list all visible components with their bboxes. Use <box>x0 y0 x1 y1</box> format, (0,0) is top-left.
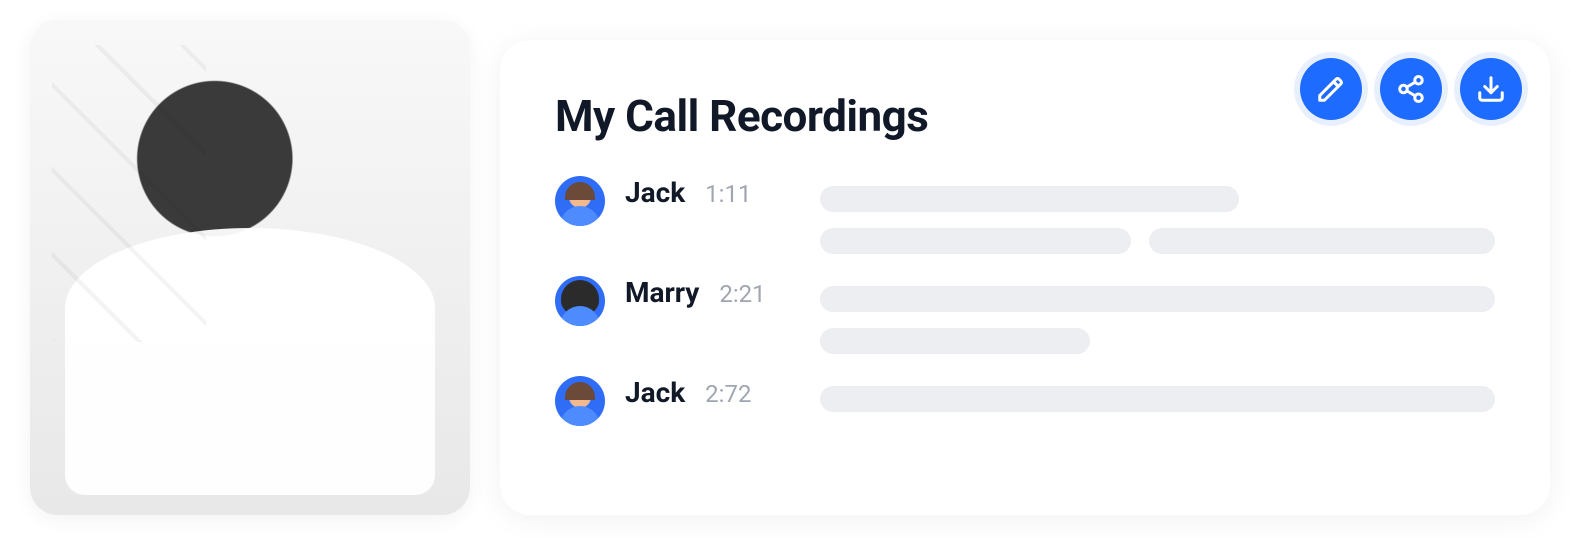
share-button[interactable] <box>1380 58 1442 120</box>
recording-time: 1:11 <box>705 180 751 208</box>
app-container: My Call Recordings Jack 1:11 Marry 2:21 <box>0 0 1570 537</box>
recording-time: 2:72 <box>705 380 751 408</box>
download-button[interactable] <box>1460 58 1522 120</box>
recording-time: 2:21 <box>719 280 765 308</box>
recording-row[interactable]: Jack 1:11 <box>555 176 1495 254</box>
avatar <box>555 176 605 226</box>
photo-placeholder <box>30 20 470 515</box>
recording-name: Jack <box>625 376 685 409</box>
recordings-panel: My Call Recordings Jack 1:11 Marry 2:21 <box>500 40 1550 515</box>
recording-row[interactable]: Marry 2:21 <box>555 276 1495 354</box>
action-row <box>1300 58 1522 120</box>
recording-header: Jack 2:72 <box>625 376 800 409</box>
transcript-placeholder <box>820 176 1495 254</box>
transcript-placeholder <box>820 376 1495 412</box>
transcript-placeholder <box>820 276 1495 354</box>
recording-row[interactable]: Jack 2:72 <box>555 376 1495 426</box>
recording-name: Marry <box>625 276 699 309</box>
download-icon <box>1476 74 1506 104</box>
avatar <box>555 376 605 426</box>
share-icon <box>1396 74 1426 104</box>
avatar <box>555 276 605 326</box>
recording-header: Marry 2:21 <box>625 276 800 309</box>
edit-button[interactable] <box>1300 58 1362 120</box>
recording-header: Jack 1:11 <box>625 176 800 209</box>
contact-photo <box>30 20 470 515</box>
recording-name: Jack <box>625 176 685 209</box>
pencil-icon <box>1316 74 1346 104</box>
